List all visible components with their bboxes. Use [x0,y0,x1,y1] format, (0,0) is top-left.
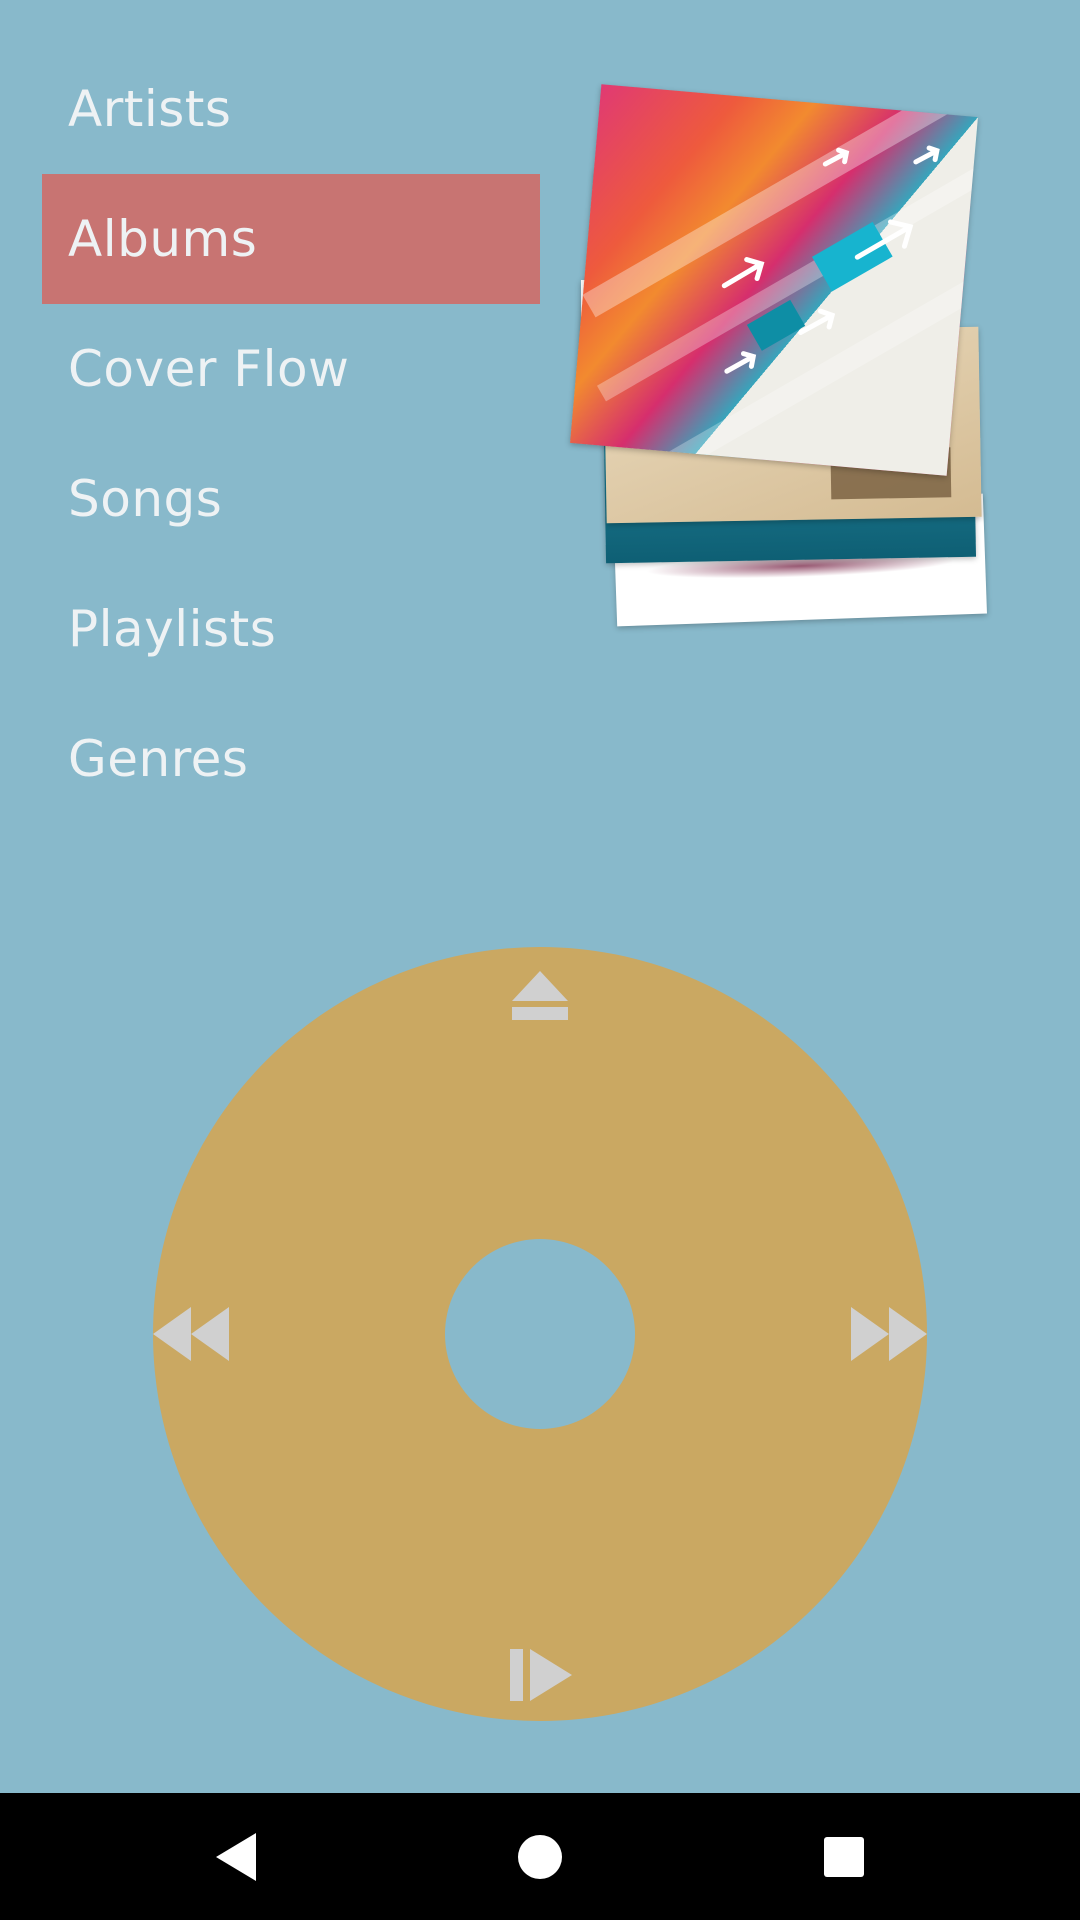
menu-item-songs[interactable]: Songs [42,434,540,564]
arrows-art [721,145,940,374]
menu-item-artists[interactable]: Artists [42,44,540,174]
album-art-stack [570,80,1015,660]
fast-forward-icon[interactable] [851,1304,927,1364]
album-card-front [570,84,978,476]
menu-item-partial[interactable] [42,824,540,876]
menu-item-playlists[interactable]: Playlists [42,564,540,694]
recents-icon[interactable] [812,1825,876,1889]
menu-item-label: Playlists [68,600,277,658]
click-wheel[interactable] [153,947,927,1721]
menu-item-label: Artists [68,80,232,138]
menu-item-genres[interactable]: Genres [42,694,540,824]
menu-item-label: Albums [68,210,258,268]
navigation-bar [0,1793,1080,1920]
center-select-button[interactable] [445,1239,635,1429]
eject-icon[interactable] [509,969,571,1023]
menu-item-label: Cover Flow [68,340,350,398]
back-icon[interactable] [208,1825,272,1889]
menu-list[interactable]: Artists Albums Cover Flow Songs Playlist… [0,44,540,876]
rewind-icon[interactable] [153,1304,229,1364]
play-pause-icon[interactable] [508,1647,574,1703]
menu-item-label: Songs [68,470,223,528]
menu-item-albums[interactable]: Albums [42,174,540,304]
home-icon[interactable] [508,1825,572,1889]
menu-item-cover-flow[interactable]: Cover Flow [42,304,540,434]
menu-item-label: Genres [68,730,249,788]
ipod-screen: Artists Albums Cover Flow Songs Playlist… [0,0,1080,1920]
